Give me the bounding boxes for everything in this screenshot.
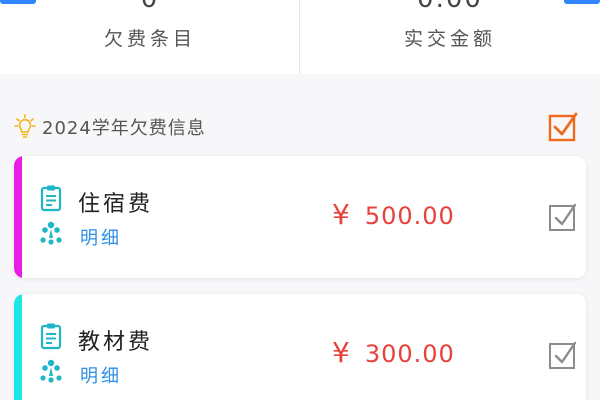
fee-amount-value: 500.00: [364, 202, 455, 230]
select-all-checkbox-icon[interactable]: [548, 112, 578, 142]
clipboard-icon: [40, 185, 62, 212]
fee-detail-link[interactable]: 明细: [80, 224, 122, 250]
fee-checkbox-icon[interactable]: [548, 340, 578, 370]
fee-card[interactable]: 住宿费 明细 ¥500.00: [14, 156, 586, 278]
fee-card[interactable]: 教材费 明细 ¥300.00: [14, 294, 586, 400]
lightbulb-icon: [14, 114, 36, 138]
arrears-count-label: 欠费条目: [103, 28, 196, 50]
fee-detail-link[interactable]: 明细: [80, 362, 122, 388]
fee-card-accent-bar: [14, 294, 22, 400]
fee-checkbox-icon[interactable]: [548, 202, 578, 232]
currency-symbol: ¥: [332, 198, 351, 231]
summary-panel: 0 欠费条目 0.00 实交金额: [0, 0, 600, 74]
fee-amount: ¥500.00: [332, 198, 455, 231]
paid-amount-stat: 0.00 实交金额: [300, 0, 600, 74]
paid-amount-label: 实交金额: [403, 28, 496, 50]
detail-icon[interactable]: [38, 358, 64, 384]
clipboard-icon: [40, 323, 62, 350]
page: 0 欠费条目 0.00 实交金额 2024学年欠费信息: [0, 0, 600, 400]
section-header: 2024学年欠费信息: [0, 104, 600, 150]
fee-name: 教材费: [78, 330, 154, 355]
arrears-count-value: 0: [0, 0, 300, 14]
section-title: 2024学年欠费信息: [42, 118, 206, 139]
fee-amount-value: 300.00: [364, 340, 455, 368]
detail-icon[interactable]: [38, 220, 64, 246]
fee-name: 住宿费: [78, 192, 154, 217]
currency-symbol: ¥: [332, 336, 351, 369]
arrears-count-stat: 0 欠费条目: [0, 0, 300, 74]
fee-card-accent-bar: [14, 156, 22, 278]
fee-amount: ¥300.00: [332, 336, 455, 369]
paid-amount-value: 0.00: [300, 0, 600, 14]
